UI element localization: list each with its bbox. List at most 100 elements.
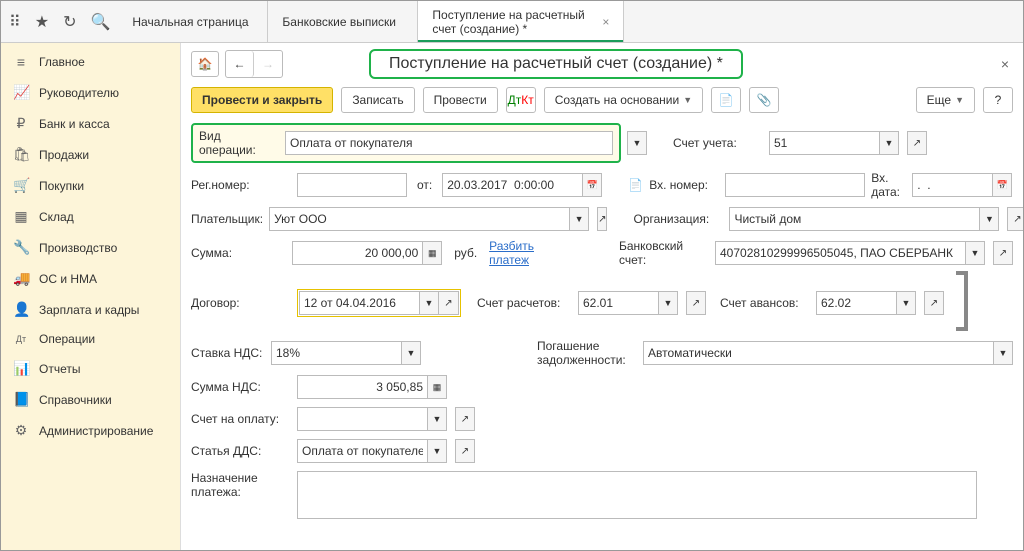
org-open[interactable]: ↗: [1007, 207, 1023, 231]
purpose-input[interactable]: [297, 471, 977, 519]
close-button[interactable]: ×: [997, 52, 1013, 76]
home-button[interactable]: 🏠: [191, 51, 219, 77]
dds-open[interactable]: ↗: [455, 439, 475, 463]
rub-label: руб.: [454, 246, 477, 260]
op-type-input[interactable]: [285, 131, 613, 155]
debt-dropdown[interactable]: ▼: [993, 341, 1013, 365]
apps-icon[interactable]: ⠿: [9, 12, 21, 32]
sidebar-item-admin[interactable]: ⚙Администрирование: [1, 415, 180, 446]
sidebar-item-production[interactable]: 🔧Производство: [1, 232, 180, 263]
account-label: Счет учета:: [673, 136, 763, 150]
vat-sum-input[interactable]: [297, 375, 427, 399]
reg-no-label: Рег.номер:: [191, 178, 291, 192]
vat-sum-calc[interactable]: ▦: [427, 375, 447, 399]
wrench-icon: 🔧: [13, 239, 29, 256]
contract-dropdown[interactable]: ▼: [419, 291, 439, 315]
post-button[interactable]: Провести: [423, 87, 498, 113]
settle-acc-open[interactable]: ↗: [686, 291, 706, 315]
bank-acc-dropdown[interactable]: ▼: [965, 241, 985, 265]
sum-label: Сумма:: [191, 246, 286, 260]
bars-icon: 📊: [13, 360, 29, 377]
reg-no-input[interactable]: [297, 173, 407, 197]
op-type-dropdown[interactable]: ▼: [627, 131, 647, 155]
dds-dropdown[interactable]: ▼: [427, 439, 447, 463]
sidebar-item-reports[interactable]: 📊Отчеты: [1, 353, 180, 384]
ext-no-input[interactable]: [725, 173, 865, 197]
dt-kt-button[interactable]: ДтКт: [506, 87, 536, 113]
sidebar-item-hr[interactable]: 👤Зарплата и кадры: [1, 294, 180, 325]
sidebar: ≡Главное 📈Руководителю ₽Банк и касса 🛍Пр…: [1, 43, 181, 550]
sidebar-item-refs[interactable]: 📘Справочники: [1, 384, 180, 415]
chart-icon: 📈: [13, 84, 29, 101]
sidebar-item-operations[interactable]: ДтОперации: [1, 325, 180, 353]
forward-button[interactable]: →: [254, 51, 282, 77]
payer-dropdown[interactable]: ▼: [569, 207, 589, 231]
settle-acc-input[interactable]: [578, 291, 658, 315]
sidebar-item-sales[interactable]: 🛍Продажи: [1, 139, 180, 170]
advance-acc-dropdown[interactable]: ▼: [896, 291, 916, 315]
split-link[interactable]: Разбить платеж: [489, 239, 573, 267]
payer-input[interactable]: [269, 207, 569, 231]
vat-rate-input[interactable]: [271, 341, 401, 365]
contract-label: Договор:: [191, 296, 291, 310]
gear-icon: ⚙: [13, 422, 29, 439]
advance-acc-open[interactable]: ↗: [924, 291, 944, 315]
pay-acc-open[interactable]: ↗: [455, 407, 475, 431]
vat-rate-label: Ставка НДС:: [191, 346, 265, 360]
org-dropdown[interactable]: ▼: [979, 207, 999, 231]
org-input[interactable]: [729, 207, 979, 231]
debit-icon: Дт: [13, 334, 29, 344]
write-button[interactable]: Записать: [341, 87, 414, 113]
ext-date-input[interactable]: [912, 173, 992, 197]
contract-open[interactable]: ↗: [439, 291, 459, 315]
settle-acc-label: Счет расчетов:: [477, 296, 572, 310]
sidebar-item-main[interactable]: ≡Главное: [1, 47, 180, 77]
doc-icon: 📄: [628, 178, 643, 192]
sum-calc[interactable]: ▦: [422, 241, 442, 265]
vat-rate-dropdown[interactable]: ▼: [401, 341, 421, 365]
post-and-close-button[interactable]: Провести и закрыть: [191, 87, 333, 113]
advance-acc-input[interactable]: [816, 291, 896, 315]
op-type-label: Вид операции:: [199, 129, 279, 157]
ext-date-picker[interactable]: 📅: [992, 173, 1012, 197]
menu-icon: ≡: [13, 54, 29, 70]
payer-open[interactable]: ↗: [597, 207, 607, 231]
close-icon[interactable]: ×: [602, 15, 609, 29]
print-button[interactable]: 📄: [711, 87, 741, 113]
date-picker[interactable]: 📅: [582, 173, 602, 197]
sidebar-item-assets[interactable]: 🚚ОС и НМА: [1, 263, 180, 294]
sidebar-item-purchases[interactable]: 🛒Покупки: [1, 170, 180, 201]
star-icon[interactable]: ★: [35, 12, 49, 32]
debt-input[interactable]: [643, 341, 993, 365]
contract-input[interactable]: [299, 291, 419, 315]
dds-input[interactable]: [297, 439, 427, 463]
sidebar-item-warehouse[interactable]: ▦Склад: [1, 201, 180, 232]
tab-receipt[interactable]: Поступление на расчетный счет (создание)…: [418, 1, 624, 42]
more-button[interactable]: Еще▼: [916, 87, 975, 113]
settle-acc-dropdown[interactable]: ▼: [658, 291, 678, 315]
bag-icon: 🛍: [13, 146, 29, 163]
create-based-button[interactable]: Создать на основании▼: [544, 87, 703, 113]
account-open[interactable]: ↗: [907, 131, 927, 155]
debt-label: Погашение задолженности:: [537, 339, 637, 367]
sidebar-item-bank[interactable]: ₽Банк и касса: [1, 108, 180, 139]
search-icon[interactable]: 🔍: [90, 12, 110, 32]
tab-bank[interactable]: Банковские выписки: [268, 1, 418, 42]
ext-date-label: Вх. дата:: [871, 171, 906, 199]
bank-acc-open[interactable]: ↗: [993, 241, 1013, 265]
back-button[interactable]: ←: [226, 51, 254, 77]
account-dropdown[interactable]: ▼: [879, 131, 899, 155]
purpose-label: Назначение платежа:: [191, 471, 291, 499]
sum-input[interactable]: [292, 241, 422, 265]
help-button[interactable]: ?: [983, 87, 1013, 113]
attach-button[interactable]: 📎: [749, 87, 779, 113]
pay-acc-dropdown[interactable]: ▼: [427, 407, 447, 431]
history-icon[interactable]: ↻: [63, 12, 76, 32]
date-input[interactable]: [442, 173, 582, 197]
pay-acc-input[interactable]: [297, 407, 427, 431]
account-input[interactable]: [769, 131, 879, 155]
bank-acc-label: Банковский счет:: [619, 239, 709, 267]
tab-start[interactable]: Начальная страница: [118, 1, 268, 42]
sidebar-item-manager[interactable]: 📈Руководителю: [1, 77, 180, 108]
bank-acc-input[interactable]: [715, 241, 965, 265]
